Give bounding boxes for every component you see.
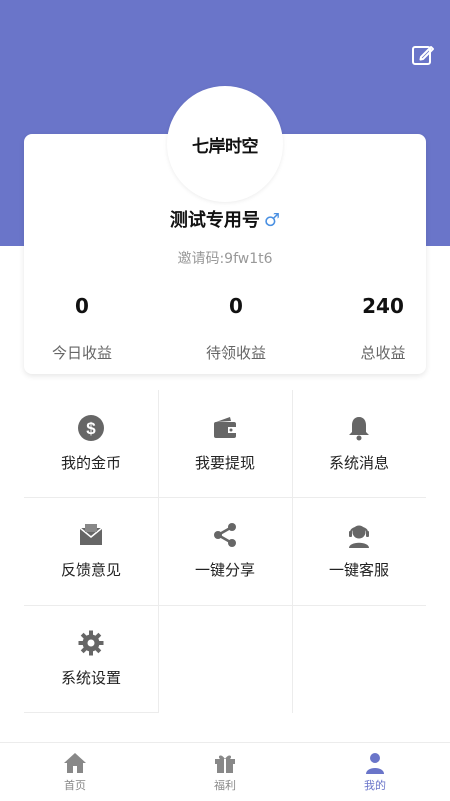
stat-pending-value: 0 — [229, 294, 243, 318]
tab-label: 首页 — [64, 779, 86, 792]
invite-code: 邀请码:9fw1t6 — [177, 251, 273, 267]
support-icon — [349, 525, 369, 548]
stat-today-label: 今日收益 — [51, 344, 112, 362]
gender-icon: ♂ — [263, 210, 281, 231]
user-icon — [366, 753, 384, 774]
menu-label: 一键分享 — [194, 561, 255, 579]
menu-label: 我要提现 — [194, 454, 255, 472]
gear-icon — [78, 630, 104, 656]
edit-icon[interactable] — [411, 43, 435, 67]
menu-grid: $ 我的金币 我要提现 系统消息 反馈意见 一键分享 一键客服 系统设置 — [24, 390, 426, 713]
menu-settings[interactable]: 系统设置 — [24, 605, 158, 712]
username: 测试专用号 ♂ — [0, 206, 450, 232]
menu-withdraw[interactable]: 我要提现 — [158, 390, 292, 497]
bottom-tab-bar: 首页 福利 我的 — [0, 742, 450, 801]
avatar[interactable]: 七岸时空 — [167, 86, 283, 202]
grid-divider — [24, 712, 158, 713]
stat-total-label: 总收益 — [360, 344, 406, 362]
tab-label: 福利 — [214, 779, 236, 792]
bell-icon — [349, 417, 369, 441]
home-icon — [64, 753, 86, 773]
menu-my-coins[interactable]: $ 我的金币 — [24, 390, 158, 497]
stat-today-value: 0 — [75, 294, 89, 318]
menu-system-messages[interactable]: 系统消息 — [292, 390, 426, 497]
tab-mine[interactable]: 我的 — [300, 743, 450, 801]
tab-welfare[interactable]: 福利 — [150, 743, 300, 801]
wallet-icon — [214, 417, 236, 438]
menu-label: 反馈意见 — [60, 561, 121, 579]
coin-icon: $ — [78, 415, 104, 441]
menu-label: 一键客服 — [328, 561, 389, 579]
menu-label: 系统设置 — [60, 669, 121, 687]
menu-feedback[interactable]: 反馈意见 — [24, 497, 158, 604]
menu-label: 我的金币 — [60, 454, 121, 472]
svg-text:$: $ — [86, 419, 96, 438]
gift-icon — [215, 755, 235, 773]
menu-share[interactable]: 一键分享 — [158, 497, 292, 604]
mail-icon — [79, 524, 103, 545]
stat-total-value: 240 — [362, 294, 404, 318]
menu-label: 系统消息 — [328, 454, 389, 472]
username-text: 测试专用号 — [169, 210, 260, 231]
tab-home[interactable]: 首页 — [0, 743, 150, 801]
stat-pending-label: 待领收益 — [205, 344, 266, 362]
share-icon — [214, 523, 236, 547]
menu-customer-service[interactable]: 一键客服 — [292, 497, 426, 604]
tab-label: 我的 — [364, 779, 386, 792]
avatar-logo-text: 七岸时空 — [192, 136, 259, 157]
